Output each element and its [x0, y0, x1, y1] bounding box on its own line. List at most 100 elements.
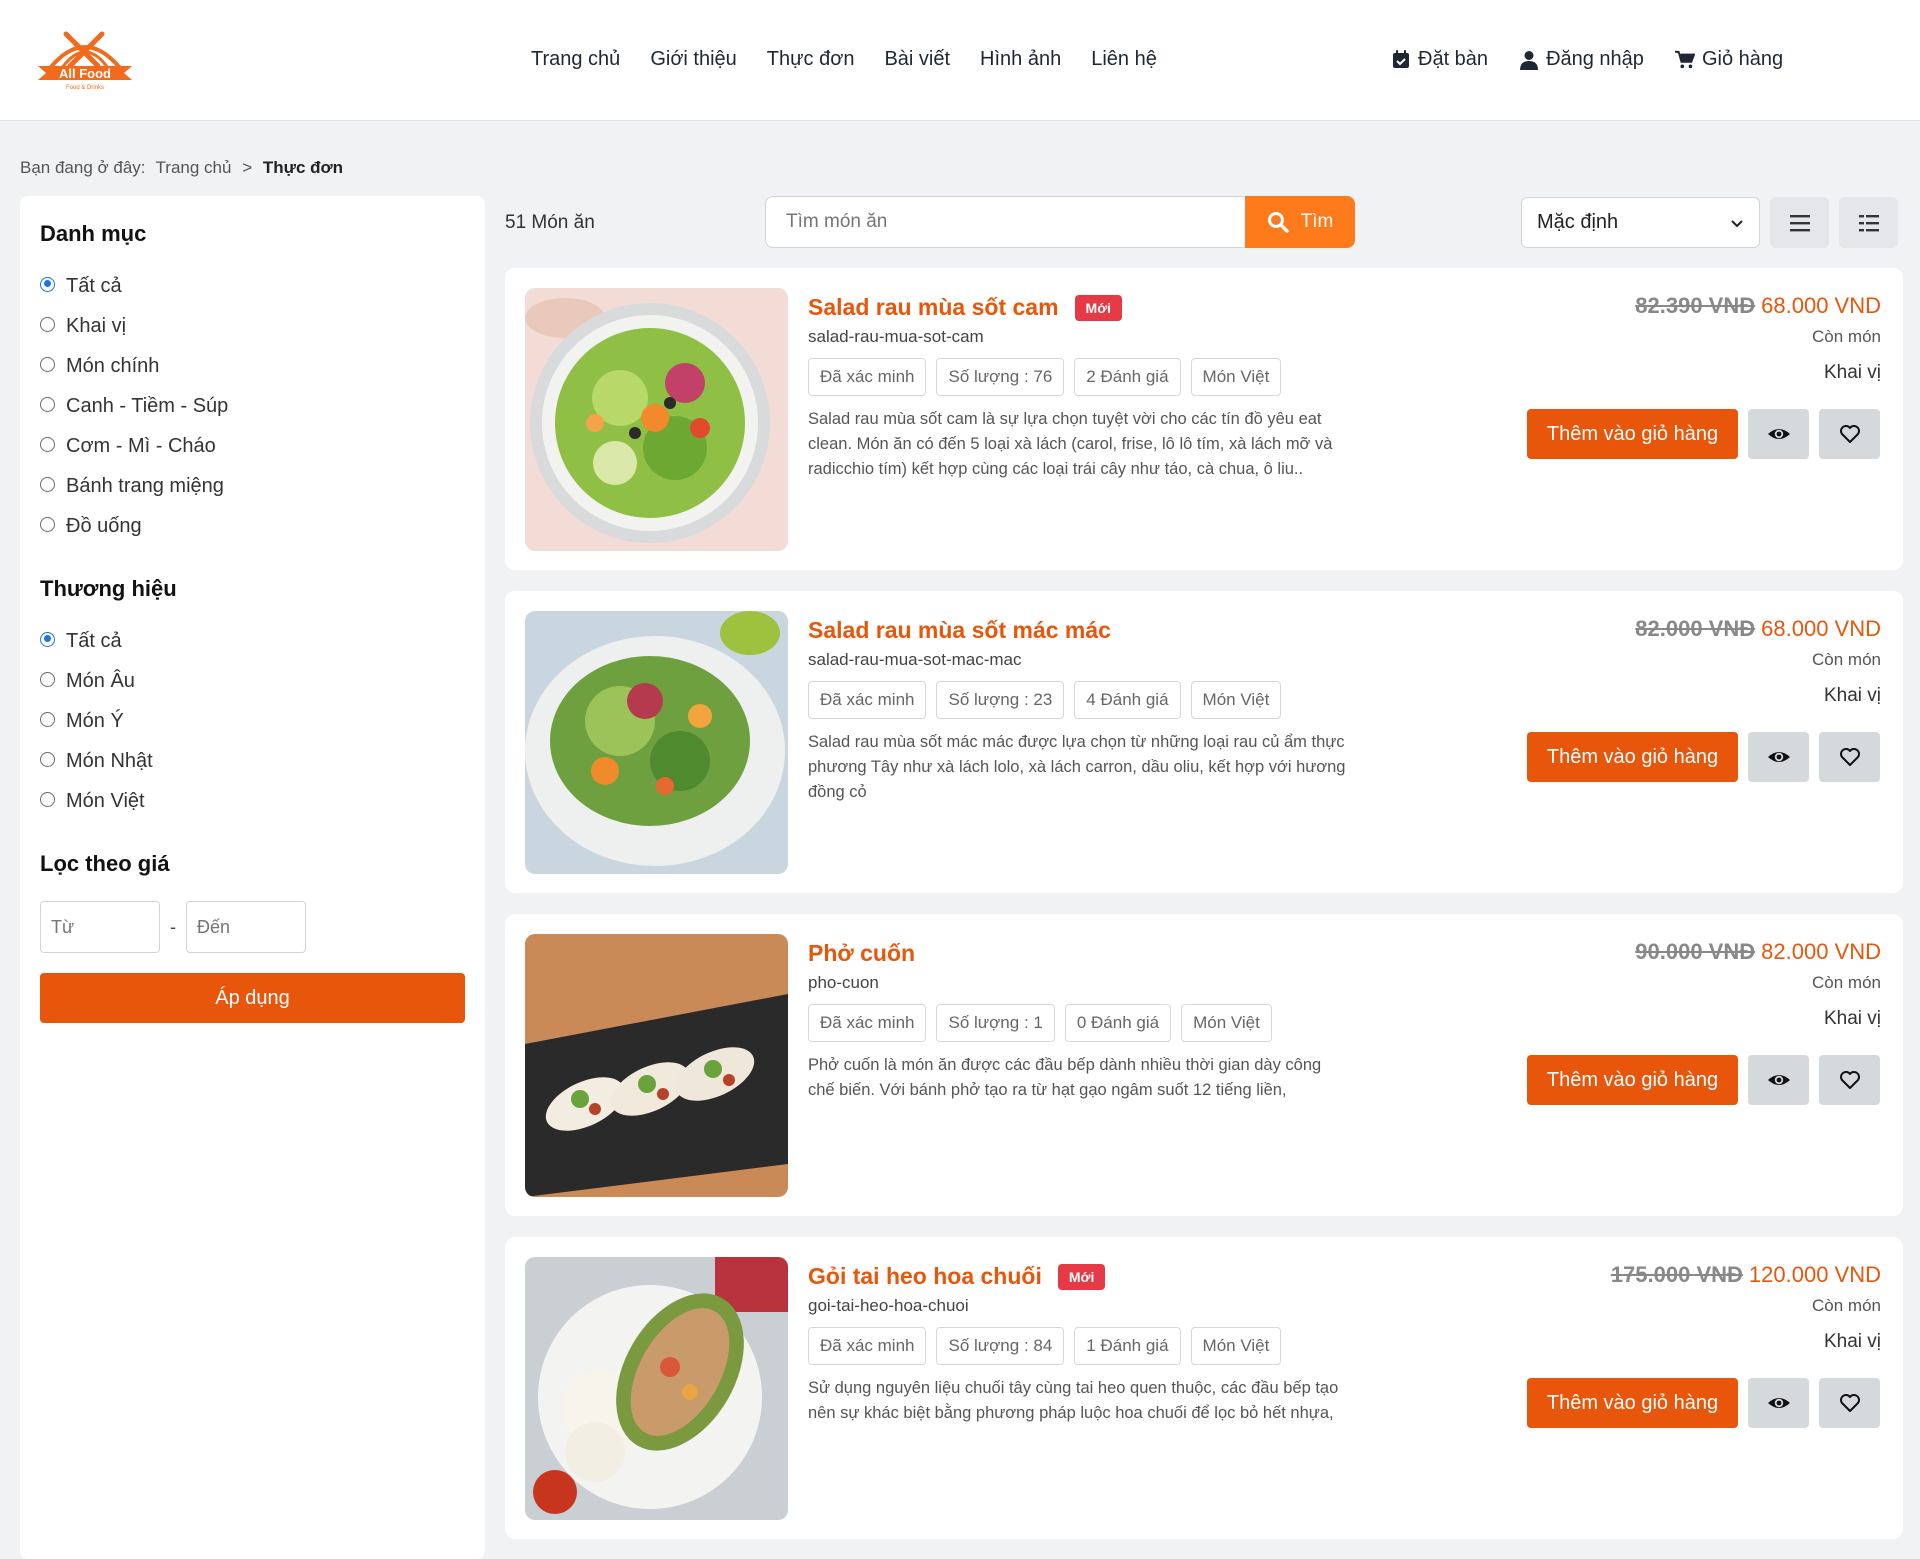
list-view-button[interactable] [1770, 197, 1829, 248]
search-input[interactable] [765, 196, 1245, 248]
breadcrumb-current: Thực đơn [262, 158, 343, 177]
radio[interactable] [40, 436, 55, 452]
apply-filter-button[interactable]: Áp dụng [40, 973, 465, 1023]
radio[interactable] [40, 711, 55, 727]
calendar-check-icon [1393, 49, 1409, 68]
category-title: Danh mục [40, 221, 147, 246]
radio-selected[interactable] [40, 631, 55, 647]
brand-option[interactable]: Tất cả [40, 621, 153, 661]
product-card: Salad rau mùa sốt cam Mới salad-rau-mua-… [505, 268, 1903, 570]
detail-list-view-button[interactable] [1839, 197, 1898, 248]
category-option[interactable]: Canh - Tiềm - Súp [40, 386, 228, 426]
category-list: Tất cả Khai vị Món chính Canh - Tiềm - S… [40, 266, 228, 546]
product-name[interactable]: Salad rau mùa sốt cam Mới [808, 294, 1123, 321]
product-name[interactable]: Phở cuốn [808, 940, 915, 967]
nav-about[interactable]: Giới thiệu [650, 48, 736, 71]
radio[interactable] [40, 396, 55, 412]
product-title[interactable]: Gỏi tai heo hoa chuối [808, 1263, 1042, 1290]
radio[interactable] [40, 476, 55, 492]
stock-status: Còn món [1812, 327, 1881, 346]
review-count-tag: 0 Đánh giá [1064, 1004, 1172, 1042]
review-count-tag: 1 Đánh giá [1074, 1327, 1181, 1365]
product-name[interactable]: Salad rau mùa sốt mác mác [808, 617, 1111, 644]
wishlist-button[interactable] [1819, 409, 1880, 459]
sort-select[interactable]: Mặc định [1521, 197, 1760, 248]
category-option[interactable]: Tất cả [40, 266, 228, 306]
search-button[interactable]: Tìm [1245, 196, 1355, 248]
wishlist-button[interactable] [1819, 1378, 1880, 1428]
price-from-input[interactable] [40, 901, 160, 953]
brand-option[interactable]: Món Âu [40, 661, 153, 701]
login-link[interactable]: Đăng nhập [1519, 48, 1644, 71]
quantity-tag: Số lượng : 1 [936, 1004, 1055, 1042]
svg-text:All Food: All Food [59, 66, 111, 81]
category-option[interactable]: Cơm - Mì - Cháo [40, 426, 228, 466]
nav-blog[interactable]: Bài viết [884, 48, 950, 71]
nav-home[interactable]: Trang chủ [531, 48, 620, 71]
all-food-logo[interactable]: All Food Food & Drinks [36, 28, 134, 92]
nav-contact[interactable]: Liên hệ [1091, 48, 1157, 71]
product-description: Salad rau mùa sốt mác mác được lựa chọn … [808, 733, 1346, 801]
product-image[interactable] [525, 1257, 788, 1520]
product-category: Khai vị [1823, 1008, 1881, 1029]
category-option[interactable]: Khai vị [40, 306, 228, 346]
radio-selected[interactable] [40, 276, 55, 292]
product-title[interactable]: Salad rau mùa sốt mác mác [808, 617, 1111, 644]
stock-status: Còn món [1812, 650, 1881, 669]
product-image[interactable] [525, 611, 788, 874]
product-tags: Đã xác minh Số lượng : 84 1 Đánh giá Món… [808, 1327, 1282, 1365]
cart-link[interactable]: Giỏ hàng [1674, 48, 1783, 71]
sale-price: 68.000 VND [1761, 616, 1881, 641]
product-title[interactable]: Salad rau mùa sốt cam [808, 294, 1059, 321]
product-image[interactable] [525, 934, 788, 1197]
price-to-input[interactable] [186, 901, 306, 953]
nav-menu[interactable]: Thực đơn [767, 48, 855, 71]
old-price: 82.000 VNĐ [1635, 616, 1756, 641]
brand-option[interactable]: Món Ý [40, 701, 153, 741]
quick-view-button[interactable] [1748, 732, 1809, 782]
nav-gallery[interactable]: Hình ảnh [980, 48, 1061, 71]
product-price: 82.390 VNĐ 68.000 VND [1635, 293, 1881, 319]
product-price: 82.000 VNĐ 68.000 VND [1635, 616, 1881, 642]
brand-option[interactable]: Món Việt [40, 781, 153, 821]
product-name[interactable]: Gỏi tai heo hoa chuối Mới [808, 1263, 1106, 1290]
category-option[interactable]: Đồ uống [40, 506, 228, 546]
sale-price: 68.000 VND [1761, 293, 1881, 318]
product-title[interactable]: Phở cuốn [808, 940, 915, 967]
radio[interactable] [40, 791, 55, 807]
add-to-cart-button[interactable]: Thêm vào giỏ hàng [1527, 732, 1738, 782]
radio[interactable] [40, 316, 55, 332]
breadcrumb: Bạn đang ở đây: Trang chủ > Thực đơn [20, 158, 343, 178]
radio[interactable] [40, 751, 55, 767]
sale-price: 120.000 VND [1748, 1262, 1881, 1287]
quick-view-button[interactable] [1748, 409, 1809, 459]
radio[interactable] [40, 356, 55, 372]
radio[interactable] [40, 516, 55, 532]
quick-view-button[interactable] [1748, 1378, 1809, 1428]
quick-view-button[interactable] [1748, 1055, 1809, 1105]
detail-list-icon [1858, 214, 1879, 231]
book-table-link[interactable]: Đặt bàn [1391, 48, 1488, 71]
search-icon [1267, 212, 1289, 233]
brand-option[interactable]: Món Nhật [40, 741, 153, 781]
category-option[interactable]: Bánh trang miệng [40, 466, 228, 506]
product-card: Gỏi tai heo hoa chuối Mới goi-tai-heo-ho… [505, 1237, 1903, 1539]
add-to-cart-button[interactable]: Thêm vào giỏ hàng [1527, 409, 1738, 459]
product-image[interactable] [525, 288, 788, 551]
brand-tag: Món Việt [1190, 1327, 1282, 1365]
eye-icon [1767, 1075, 1790, 1085]
radio[interactable] [40, 671, 55, 687]
add-to-cart-button[interactable]: Thêm vào giỏ hàng [1527, 1055, 1738, 1105]
verified-tag: Đã xác minh [808, 1327, 927, 1365]
product-tags: Đã xác minh Số lượng : 1 0 Đánh giá Món … [808, 1004, 1272, 1042]
wishlist-button[interactable] [1819, 1055, 1880, 1105]
review-count-tag: 2 Đánh giá [1074, 358, 1181, 396]
category-option[interactable]: Món chính [40, 346, 228, 386]
wishlist-button[interactable] [1819, 732, 1880, 782]
chevron-down-icon [1731, 219, 1743, 227]
add-to-cart-button[interactable]: Thêm vào giỏ hàng [1527, 1378, 1738, 1428]
old-price: 82.390 VNĐ [1635, 293, 1756, 318]
breadcrumb-home[interactable]: Trang chủ [156, 158, 232, 177]
brand-tag: Món Việt [1190, 681, 1282, 719]
old-price: 175.000 VNĐ [1610, 1262, 1743, 1287]
